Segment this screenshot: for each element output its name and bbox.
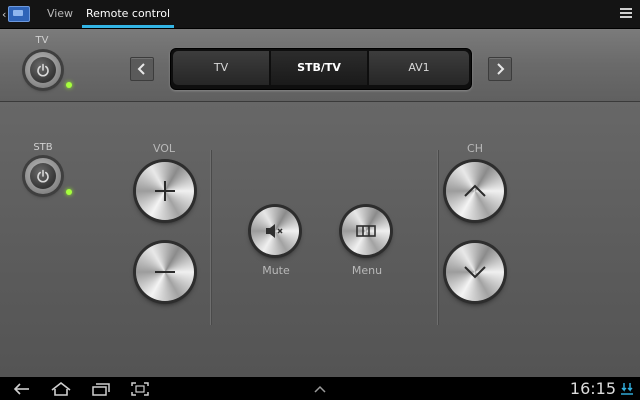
menu-label: Menu (351, 264, 383, 277)
home-icon[interactable] (50, 381, 72, 397)
status-clock: 16:15 (569, 379, 616, 398)
stb-power-button[interactable] (25, 158, 61, 194)
chevron-up-icon (464, 184, 486, 197)
plus-icon (155, 181, 175, 201)
source-av1[interactable]: AV1 (369, 51, 469, 85)
volume-down-button[interactable] (136, 243, 194, 301)
menu-icon (356, 225, 376, 237)
vol-label: VOL (152, 142, 176, 155)
remote-body-panel (0, 102, 640, 377)
tab-remote-control[interactable]: Remote control (82, 0, 174, 28)
mute-icon (266, 224, 283, 238)
download-status-icon (621, 383, 633, 395)
source-prev-button[interactable] (130, 57, 154, 81)
mute-label: Mute (262, 264, 290, 277)
recent-apps-icon[interactable] (90, 381, 110, 397)
chevron-left-icon (137, 63, 145, 75)
menu-button[interactable] (342, 207, 390, 255)
tab-view[interactable]: View (38, 0, 82, 28)
tv-status-led (66, 82, 72, 88)
app-logo-icon (8, 6, 31, 22)
stb-status-led (66, 189, 72, 195)
power-icon (37, 63, 49, 77)
action-bar: ‹ View Remote control (0, 0, 640, 29)
minus-icon (155, 271, 175, 273)
overflow-menu-icon[interactable] (620, 6, 634, 22)
divider-left (210, 150, 211, 325)
menu-up-icon[interactable] (310, 381, 330, 397)
back-icon[interactable] (12, 381, 32, 397)
system-navigation-bar: 16:15 (0, 377, 640, 400)
mute-button[interactable] (251, 207, 299, 255)
volume-up-button[interactable] (136, 162, 194, 220)
ch-label: CH (467, 142, 483, 155)
screenshot-icon[interactable] (130, 381, 150, 397)
source-tv[interactable]: TV (173, 51, 269, 85)
channel-down-button[interactable] (446, 243, 504, 301)
stb-device-label: STB (33, 142, 53, 153)
chevron-down-icon (464, 266, 486, 279)
source-selector: TV STB/TV AV1 (170, 48, 472, 90)
chevron-left-icon: ‹ (2, 7, 7, 21)
app-up-button[interactable]: ‹ (2, 4, 32, 24)
power-icon (37, 169, 49, 183)
chevron-right-icon (497, 63, 505, 75)
tv-power-button[interactable] (25, 52, 61, 88)
tv-device-label: TV (35, 35, 49, 46)
channel-up-button[interactable] (446, 162, 504, 220)
source-stb-tv[interactable]: STB/TV (271, 51, 367, 85)
divider-right (437, 150, 438, 325)
source-next-button[interactable] (488, 57, 512, 81)
